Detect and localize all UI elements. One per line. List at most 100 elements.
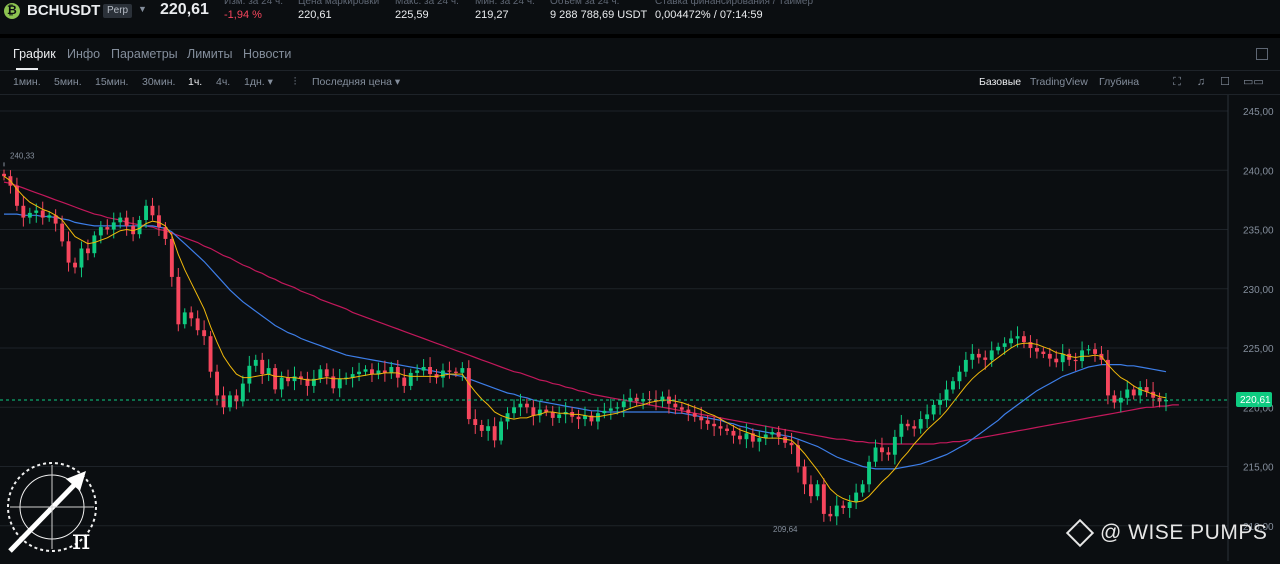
price-type-dropdown[interactable]: Последняя цена ▾: [312, 76, 400, 88]
candle-body: [989, 350, 994, 360]
chart-layout-icon[interactable]: ☐: [1219, 76, 1231, 88]
tab-info[interactable]: Инфо: [67, 47, 100, 61]
timeframe-1m[interactable]: 1мин.: [13, 76, 41, 88]
candle-body: [1112, 395, 1117, 403]
wise-pumps-watermark: @ WISE PUMPS: [1065, 519, 1267, 548]
candle-body: [157, 215, 161, 228]
candle-body: [1022, 336, 1026, 343]
alert-bell-icon[interactable]: ♫: [1195, 76, 1207, 88]
candle-body: [1054, 358, 1059, 363]
candle-body: [86, 248, 90, 254]
candle-body: [105, 227, 110, 230]
candle-body: [34, 210, 39, 213]
timeframe-1h[interactable]: 1ч.: [188, 76, 202, 88]
timeframe-5m[interactable]: 5мин.: [54, 76, 82, 88]
candle-body: [886, 452, 891, 455]
candle-body: [525, 403, 529, 408]
candle-body: [395, 367, 400, 378]
candle-body: [725, 428, 729, 431]
chart-background: [0, 95, 1280, 561]
view-basic[interactable]: Базовые: [979, 76, 1021, 88]
y-axis-tick-label: 245,00: [1243, 107, 1274, 118]
candle-body: [266, 368, 271, 374]
candle-body: [1047, 353, 1052, 359]
fullscreen-icon[interactable]: ⛶: [1171, 76, 1183, 88]
candle-body: [318, 369, 323, 379]
candle-body: [912, 426, 917, 429]
timeframe-4h[interactable]: 4ч.: [216, 76, 230, 88]
candle-body: [144, 205, 148, 220]
candle-body: [286, 377, 290, 382]
candle-body: [195, 318, 200, 331]
tab-news[interactable]: Новости: [243, 47, 291, 61]
candle-body: [789, 442, 794, 446]
candle-body: [247, 365, 252, 384]
candle-body: [73, 262, 77, 268]
stat-label: Макс. за 24 ч.: [395, 0, 459, 7]
candle-body: [518, 403, 523, 408]
candle-body: [841, 505, 846, 508]
candle-body: [512, 407, 516, 414]
candle-body: [253, 359, 258, 366]
candle-body: [389, 367, 394, 373]
candle-body: [938, 400, 942, 405]
candle-body: [499, 421, 503, 441]
candle-body: [944, 389, 949, 401]
symbol-name[interactable]: BCHUSDT: [27, 2, 100, 19]
candle-body: [408, 372, 413, 386]
candle-body: [279, 377, 284, 390]
candle-body: [679, 407, 684, 410]
candle-body: [976, 353, 981, 358]
candle-body: [699, 416, 704, 421]
candle-body: [892, 436, 897, 455]
candle-body: [454, 371, 458, 373]
candle-body: [873, 447, 878, 462]
view-tradingview[interactable]: TradingView: [1030, 76, 1088, 88]
active-tab-indicator: [16, 68, 38, 70]
view-depth[interactable]: Глубина: [1099, 76, 1139, 88]
candlestick-chart[interactable]: 245,00240,00235,00230,00225,00220,00215,…: [0, 95, 1280, 561]
candle-body: [240, 383, 245, 402]
last-price: 220,61: [160, 1, 209, 18]
candle-body: [621, 401, 626, 408]
stat-mark-price: Цена маркировки 220,61: [298, 0, 379, 21]
candle-body: [931, 404, 936, 415]
tab-parameters[interactable]: Параметры: [111, 47, 178, 61]
candle-body: [828, 513, 833, 517]
candle-body: [460, 368, 465, 373]
binance-diamond-icon: [1065, 519, 1095, 548]
candle-body: [1035, 348, 1039, 352]
candle-body: [951, 381, 955, 390]
candle-body: [1073, 359, 1078, 362]
candle-body: [118, 217, 123, 223]
candle-body: [860, 484, 865, 493]
timeframe-30m[interactable]: 30мин.: [142, 76, 175, 88]
candle-body: [596, 413, 600, 422]
candle-body: [273, 368, 278, 390]
timeframe-15m[interactable]: 15мин.: [95, 76, 128, 88]
candle-body: [21, 205, 26, 218]
y-axis-tick-label: 230,00: [1243, 285, 1274, 296]
expand-panel-icon[interactable]: [1256, 48, 1268, 60]
candle-body: [983, 357, 988, 360]
symbol-dropdown-chevron-icon[interactable]: ▼: [138, 4, 147, 14]
candle-body: [79, 248, 84, 268]
stat-label: Мин. за 24 ч.: [475, 0, 535, 7]
candle-body: [905, 423, 910, 427]
candle-body: [602, 410, 607, 414]
tab-chart[interactable]: График: [13, 47, 56, 61]
stat-volume-24h: Объем за 24 ч. 9 288 788,69 USDT: [550, 0, 647, 21]
candle-body: [1060, 353, 1065, 363]
candle-body: [215, 371, 219, 396]
candle-body: [176, 276, 181, 325]
high-price-annotation: 240,33: [10, 151, 35, 160]
candle-body: [182, 312, 187, 325]
candle-body: [1086, 349, 1091, 351]
candle-body: [492, 426, 497, 441]
indicators-icon[interactable]: ⫶: [289, 76, 301, 88]
candle-body: [692, 413, 697, 417]
split-view-icon[interactable]: ▭▭: [1243, 76, 1264, 88]
tab-limits[interactable]: Лимиты: [187, 47, 232, 61]
price-chart-area[interactable]: 245,00 240,00 235,00 230,00 225,00 220,00 215,…: [0, 95, 1280, 561]
timeframe-1d-dropdown[interactable]: 1дн. ▾: [244, 76, 273, 88]
